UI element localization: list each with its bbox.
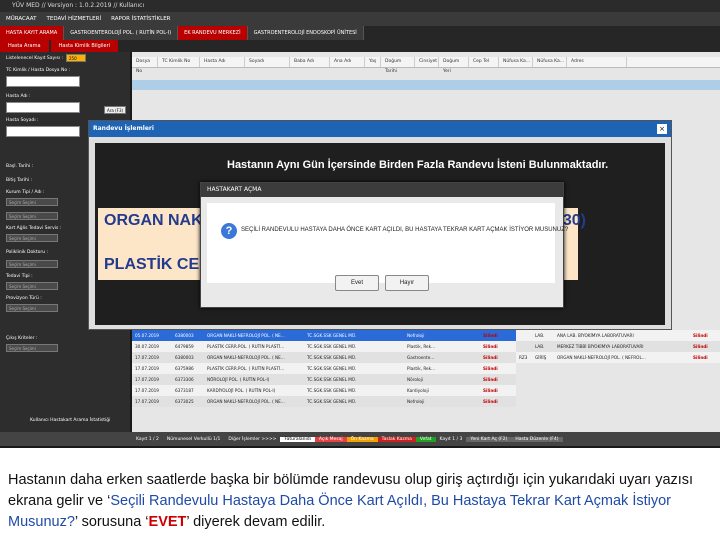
menu-item-tedavi[interactable]: TEDAVİ HİZMETLERİ [47,12,102,26]
name-input[interactable] [6,102,80,113]
cikis-label: Çıkış Kriteler : [6,336,38,341]
status-bar: Kayıt 1 / 2 Nümunesel Verkullü 1/1 Diğer… [0,432,720,446]
doktor-combo[interactable]: Seçim Seçimi [6,260,58,268]
tc-label: TC Kimlik / Hasta Dosya No : [6,68,71,73]
provizyon-label: Provizyon Türü : [6,296,42,301]
col-nufus1[interactable]: Nüfusa Ka... [499,57,533,67]
surname-input[interactable] [6,126,80,137]
screenshot-area: YÜV MED // Versiyon : 1.0.2.2019 // Kull… [0,0,720,448]
randevu-message: Hastanın Aynı Gün İçersinde Birden Fazla… [227,159,609,171]
table-row[interactable]: 17.07.2019 6380003 ORGAN NAKLİ-NEFROLOJİ P… [132,352,516,363]
doktor-label: Poliklinik Doktoru : [6,250,49,255]
caption-part5: ’ diyerek devam edilir. [186,514,326,530]
menu-item-rapor[interactable]: RAPOR İSTATİSTİKLER [111,12,170,26]
end-date-label: Bitiş Tarihi : [6,178,33,183]
question-icon: ? [221,223,237,239]
tab-hasta-kayit[interactable]: HASTA KAYIT ARAMA [0,26,65,40]
tab-gastro-endoskopi[interactable]: GASTROENTEROLOJİ ENDOSKOPİ ÜNİTESİ [247,26,364,40]
randevu-dialog-title: Randevu İşlemleri [89,121,671,137]
col-baba[interactable]: Baba Adı [290,57,330,67]
visit-rows: LAB. ANA LAB. BİYOKİMYA LABORATUVARI Silin… [516,330,720,363]
col-nufus2[interactable]: Nüfusa Ka... [533,57,567,67]
name-label: Hasta Adı : [6,94,31,99]
grid-header: Dosya No TC Kimlik No Hasta Adı Soyadı B… [132,57,720,74]
caption-part4: EVET [148,514,187,530]
kurum-combo[interactable]: Seçim Seçimi [6,198,58,206]
menu-item-muracaat[interactable]: MÜRACAAT [6,12,37,26]
col-soyad[interactable]: Soyadı [245,57,290,67]
window-title: YÜV MED // Versiyon : 1.0.2.2019 // Kull… [0,0,720,12]
tedavi-tipi-label: Tedavi Tipi : [6,274,33,279]
hastakart-dialog-body [207,203,555,283]
table-row[interactable]: 17.07.2019 6373306 NÖROLOJİ POL. ( RUTİN P… [132,374,516,385]
edit-patient-button[interactable]: Hasta Düzenle (F4) [511,436,563,442]
table-row[interactable]: 30.07.2019 6479859 PLASTİK CERR.POL. ( RUT… [132,341,516,352]
tedavi-tipi-combo[interactable]: Seçim Seçimi [6,282,58,290]
surname-label: Hasta Soyadı : [6,118,39,123]
servis-label: Kart Ağlis Tedavi Servis : [6,226,62,231]
caption-part3: ’ sorusuna ‘ [74,514,149,530]
hastakart-dialog: HASTAKART AÇMA ? SEÇİLİ RANDEVULU HASTAY… [200,182,568,308]
table-row[interactable]: 17.07.2019 6373187 KARDİYOLOJİ POL. ( RUTİ… [132,385,516,396]
table-row[interactable]: LAB. ANA LAB. BİYOKİMYA LABORATUVARI Silin… [516,330,720,341]
tab-ek-randevu[interactable]: EK RANDEVU MERKEZİ [178,26,248,40]
col-dosya[interactable]: Dosya No [132,57,158,74]
kurum-label: Kurum Tipi / Adı : [6,190,45,195]
tc-input[interactable] [6,76,80,87]
status-diger[interactable]: Diğer İşlemler >>>> [224,437,280,442]
servis-combo[interactable]: Seçim Seçimi [6,234,58,242]
start-date-label: Başl. Tarihi : [6,164,34,169]
col-dogum[interactable]: Doğum Tarihi [381,57,415,74]
tab-hasta-kimlik[interactable]: Hasta Kimlik Bilgileri [50,40,119,52]
table-row[interactable]: 05.07.2019 6380003 ORGAN NAKLİ-NEFROLOJİ P… [132,330,516,341]
yes-button[interactable]: Evet [335,275,379,291]
caption: Hastanın daha erken saatlerde başka bir … [8,470,712,533]
module-tabs: HASTA KAYIT ARAMA GASTROENTEROLOJİ POL. … [0,26,720,40]
table-row[interactable]: RZ3 GİRİŞ ORGAN NAKLİ-NEFROLOJİ POL. ( NEF… [516,352,720,363]
col-ad[interactable]: Hasta Adı [200,57,245,67]
col-adres[interactable]: Adres [567,57,627,67]
col-cinsiyet[interactable]: Cinsiyet [415,57,439,67]
status-numune[interactable]: Nümunesel Verkullü 1/1 [163,437,225,442]
col-dogum-yeri[interactable]: Doğum Yeri [439,57,469,74]
status-acik-mesaj: Açık Mesaj [314,436,347,442]
search-button[interactable]: Ara (F3) [104,106,126,114]
status-pager: Kayıt 1 / 3 [439,436,463,442]
status-kayit: Kayıt 1 / 2 [136,436,159,442]
kurum-adi-combo[interactable]: Seçim Seçimi [6,212,58,220]
close-icon[interactable]: × [657,124,667,134]
new-card-button[interactable]: Yeni Kart Aç (F2) [466,436,512,442]
status-on-kazma: Ön Kazma [346,436,378,442]
col-ana[interactable]: Ana Adı [330,57,365,67]
sub-tabs: Hasta Arama Hasta Kimlik Bilgileri [0,40,720,52]
table-row[interactable]: 17.07.2019 6373025 ORGAN NAKLİ-NEFROLOJİ P… [132,396,516,407]
record-count-input[interactable]: 250 [66,54,86,62]
hastakart-dialog-title: HASTAKART AÇMA [201,183,563,197]
col-yas[interactable]: Yaş [365,57,381,67]
table-row[interactable]: 17.07.2019 6375986 PLASTİK CERR.POL. ( RUT… [132,363,516,374]
status-faturalanidi: Faturalanıdı [280,436,315,442]
record-count-label: Listelenecel Kayıt Sayısı : [6,56,64,61]
selected-row[interactable] [132,80,720,90]
status-vefat: Vefat [415,436,436,442]
footer-stat-label[interactable]: Kullanıcı Hastakart Arama İstatistiği [30,418,110,423]
no-button[interactable]: Hayır [385,275,429,291]
provizyon-combo[interactable]: Seçim Seçimi [6,304,58,312]
status-taslak: Taslak Kazma [377,436,416,442]
col-tc[interactable]: TC Kimlik No [158,57,200,67]
tab-gastro-pol[interactable]: GASTROENTEROLOJİ POL. ( RUTİN POL-I) [64,26,179,40]
menu-bar: MÜRACAAT TEDAVİ HİZMETLERİ RAPOR İSTATİS… [0,12,720,26]
table-row[interactable]: LAB. MERKEZ TIBBİ BİYOKİMYA LABORATUVARI S… [516,341,720,352]
col-cep[interactable]: Cep Tel [469,57,499,67]
cikis-combo[interactable]: Seçim Seçimi [6,344,58,352]
hastakart-message: SEÇİLİ RANDEVULU HASTAYA DAHA ÖNCE KART … [241,227,569,233]
tab-hasta-arama[interactable]: Hasta Arama [0,40,49,52]
appointment-rows: 05.07.2019 6380003 ORGAN NAKLİ-NEFROLOJİ P… [132,330,516,407]
